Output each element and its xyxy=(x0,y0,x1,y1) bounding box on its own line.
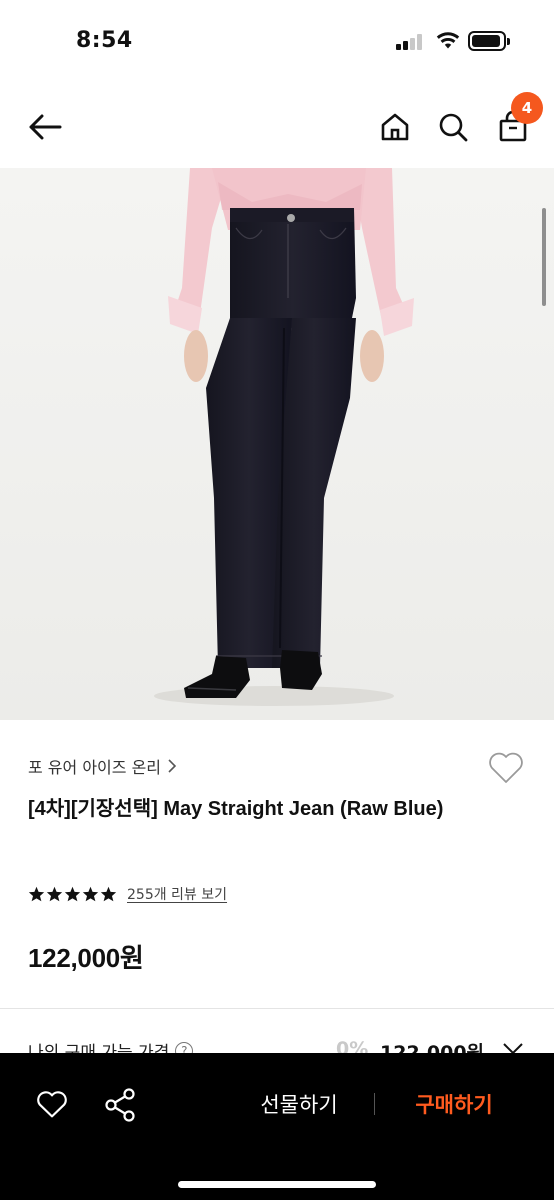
search-button[interactable] xyxy=(430,104,476,150)
star-rating xyxy=(28,886,117,902)
home-indicator[interactable] xyxy=(178,1181,376,1188)
brand-link[interactable]: 포 유어 아이즈 온리 xyxy=(28,754,177,778)
buy-button[interactable]: 구매하기 xyxy=(396,1087,512,1121)
search-icon xyxy=(439,113,468,142)
status-time: 8:54 xyxy=(76,28,133,53)
arrow-left-icon xyxy=(29,114,62,140)
product-image[interactable] xyxy=(0,168,554,720)
share-button[interactable] xyxy=(100,1085,140,1125)
product-price: 122,000원 xyxy=(28,943,144,973)
scroll-indicator[interactable] xyxy=(542,208,546,306)
battery-icon xyxy=(468,31,510,51)
wifi-icon xyxy=(436,32,460,49)
gift-button[interactable]: 선물하기 xyxy=(240,1087,358,1121)
back-button[interactable] xyxy=(22,104,68,150)
product-title: [4차][기장선택] May Straight Jean (Raw Blue) xyxy=(28,798,444,820)
wishlist-button[interactable] xyxy=(486,748,526,788)
star-icon xyxy=(46,886,63,902)
bottom-wishlist-button[interactable] xyxy=(32,1085,72,1125)
star-icon xyxy=(82,886,99,902)
product-photo-jeans xyxy=(0,168,554,720)
home-button[interactable] xyxy=(372,104,418,150)
star-icon xyxy=(100,886,117,902)
rating-row: 255개 리뷰 보기 xyxy=(28,884,227,904)
cart-count-badge: 4 xyxy=(511,92,543,124)
star-icon xyxy=(64,886,81,902)
section-divider xyxy=(0,1008,554,1009)
review-link[interactable]: 255개 리뷰 보기 xyxy=(127,884,227,904)
status-bar: 8:54 xyxy=(0,0,554,84)
cellular-signal-icon xyxy=(396,34,424,50)
brand-name: 포 유어 아이즈 온리 xyxy=(28,758,162,777)
chevron-right-icon xyxy=(168,759,177,773)
star-icon xyxy=(28,886,45,902)
heart-icon xyxy=(37,1091,67,1118)
heart-icon xyxy=(489,752,523,783)
share-icon xyxy=(105,1088,135,1122)
top-navigation xyxy=(0,84,554,168)
button-separator xyxy=(374,1093,375,1115)
home-icon xyxy=(381,113,409,141)
bottom-action-bar: 선물하기 구매하기 xyxy=(0,1053,554,1200)
